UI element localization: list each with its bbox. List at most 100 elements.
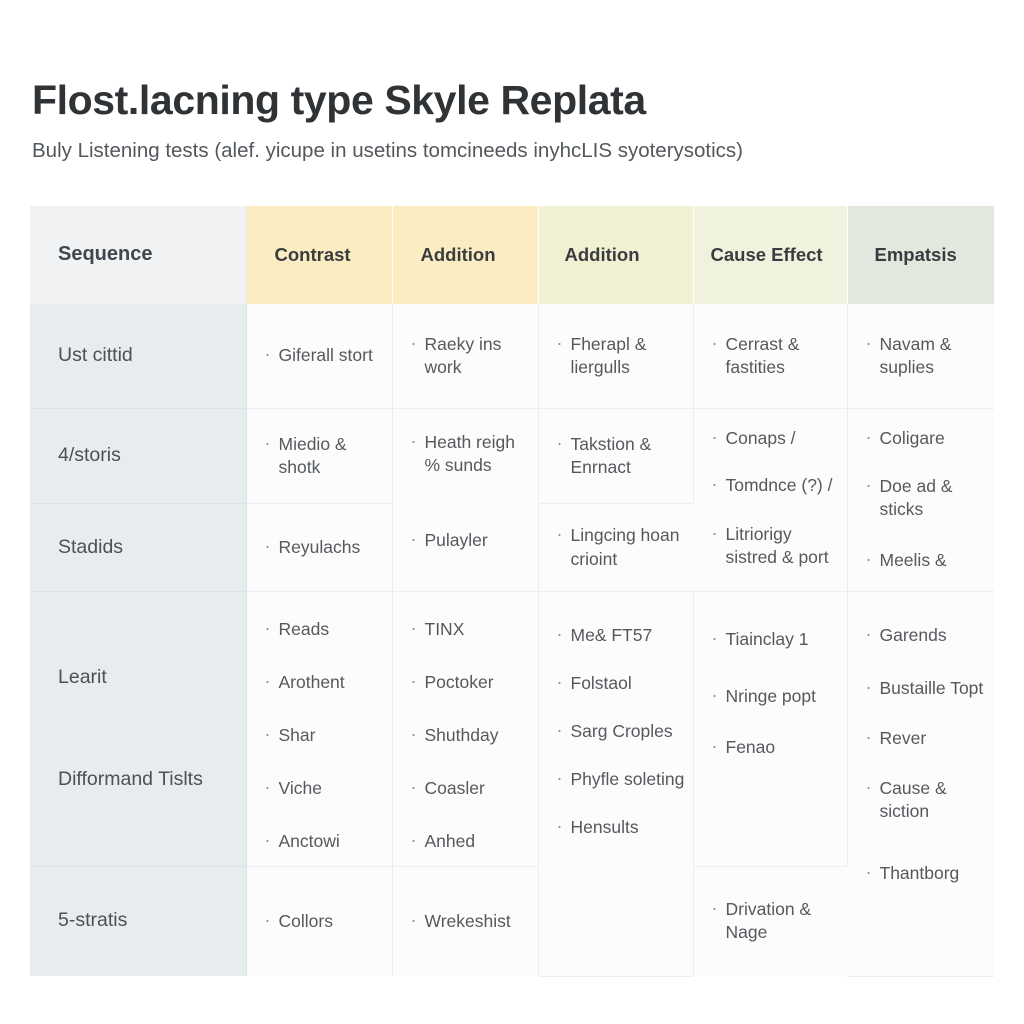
column-header-empatsis[interactable]: Empatsis	[847, 205, 994, 304]
list-item: Pulayler	[411, 528, 530, 552]
table-body: Ust cittid Giferall stort Raeky ins work…	[30, 303, 994, 977]
list-item: Bustaille Topt	[866, 676, 987, 700]
row-label-cell: Learit Difformand Tislts	[30, 591, 247, 867]
cell-addition-2: Takstion & Enrnact	[538, 408, 694, 505]
list-item: Takstion & Enrnact	[557, 432, 685, 479]
column-header-cause-effect[interactable]: Cause Effect	[693, 205, 848, 304]
list-item: Fenao	[712, 735, 839, 759]
row-label-stack: Ust cittid	[58, 343, 238, 369]
list-item: Tiainclay 1	[712, 627, 839, 651]
list-item: Reads	[265, 617, 384, 641]
table-row: 4/storis Miedio & shotk Heath reigh % su…	[30, 408, 994, 593]
item-list: Me& FT57 Folstaol Sarg Croples Phyfle so…	[557, 623, 685, 839]
list-item: Folstaol	[557, 671, 685, 695]
list-item: Raeky ins work	[411, 332, 530, 379]
row-label-line: Learit	[58, 666, 107, 689]
page-root: Flost.lacning type Skyle Replata Buly Li…	[0, 0, 1024, 1024]
table-row: Learit Difformand Tislts Reads Arothent …	[30, 591, 994, 977]
row-label-cell: 5-stratis	[30, 866, 247, 976]
item-list: Fherapl & liergulls	[557, 332, 685, 379]
row-label-line: Stadids	[58, 535, 124, 558]
list-item: Thantborg	[866, 860, 987, 885]
cell-contrast: Miedio & shotk	[246, 408, 393, 505]
item-list: Takstion & Enrnact	[557, 432, 685, 479]
item-list: Giferall stort	[265, 343, 384, 367]
table-header: Sequence Contrast Addition Addition Caus…	[30, 205, 994, 304]
item-list: Raeky ins work	[411, 332, 530, 379]
column-header-addition-2[interactable]: Addition	[538, 205, 694, 304]
item-list: Navam & suplies	[866, 332, 987, 379]
cell-contrast: Giferall stort	[246, 303, 393, 410]
list-item: Coligare	[866, 426, 987, 450]
list-item: Shuthday	[411, 723, 530, 747]
row-label-stack: 5-stratis	[58, 908, 238, 934]
list-item: Fherapl & liergulls	[557, 332, 685, 379]
item-list: Wrekeshist	[411, 909, 530, 933]
list-item: Tomdnce (?) /	[712, 473, 839, 497]
cell-addition-1: Heath reigh % sunds Pulayler	[392, 408, 539, 593]
list-item: TINX	[411, 617, 530, 641]
column-header-sequence[interactable]: Sequence	[30, 205, 247, 304]
list-item: Heath reigh % sunds	[411, 430, 530, 477]
list-item: Garends	[866, 623, 987, 647]
cell-contrast: Reyulachs	[246, 503, 393, 593]
row-label-stack: Stadids	[58, 535, 238, 561]
row-label-line: 4/storis	[58, 444, 121, 467]
cell-empatsis: Garends Bustaille Topt Rever Cause & sic…	[847, 591, 994, 977]
list-item: Anhed	[411, 829, 530, 853]
list-item: Hensults	[557, 815, 685, 839]
cell-cause-effect: Conaps / Tomdnce (?) / Litriorigy sistre…	[693, 408, 848, 593]
cell-addition-2: Lingcing hoan crioint	[538, 503, 693, 593]
item-list: Drivation & Nage	[712, 897, 840, 944]
row-label-stack: Learit Difformand Tislts	[58, 665, 238, 792]
list-item: Doe ad & sticks	[866, 474, 987, 521]
item-list: TINX Poctoker Shuthday Coasler Anhed	[411, 617, 530, 853]
row-label-cell: 4/storis	[30, 408, 247, 505]
list-item: Navam & suplies	[866, 332, 987, 379]
list-item: Me& FT57	[557, 623, 685, 647]
page-title: Flost.lacning type Skyle Replata	[32, 77, 646, 123]
list-item: Poctoker	[411, 670, 530, 694]
list-item: Collors	[265, 909, 384, 933]
table-header-row: Sequence Contrast Addition Addition Caus…	[30, 205, 994, 304]
item-list: Reads Arothent Shar Viche Anctowi	[265, 617, 384, 853]
item-list: Lingcing hoan crioint	[557, 523, 686, 570]
list-item: Meelis &	[866, 548, 987, 572]
item-list: Cerrast & fastities	[712, 332, 839, 379]
column-header-contrast[interactable]: Contrast	[246, 205, 393, 304]
list-item: Viche	[265, 776, 384, 800]
item-list: Coligare Doe ad & sticks Meelis &	[866, 426, 987, 572]
cell-contrast: Collors	[246, 866, 393, 976]
list-item: Rever	[866, 726, 987, 750]
page-subtitle: Buly Listening tests (alef. yicupe in us…	[32, 138, 743, 162]
item-list: Collors	[265, 909, 384, 933]
cell-addition-1: TINX Poctoker Shuthday Coasler Anhed	[392, 591, 539, 867]
list-item: Reyulachs	[265, 535, 384, 559]
item-list: Tiainclay 1 Nringe popt Fenao	[712, 627, 839, 759]
cell-cause-effect: Tiainclay 1 Nringe popt Fenao	[693, 591, 848, 867]
row-label-cell: Stadids	[30, 503, 247, 593]
cell-empatsis: Coligare Doe ad & sticks Meelis &	[847, 408, 994, 593]
cell-empatsis: Navam & suplies	[847, 303, 994, 410]
list-item: Cerrast & fastities	[712, 332, 839, 379]
cell-addition-2: Fherapl & liergulls	[538, 303, 694, 410]
item-list: Heath reigh % sunds Pulayler	[411, 430, 530, 552]
item-list: Conaps / Tomdnce (?) / Litriorigy sistre…	[712, 426, 839, 569]
cell-addition-2: Me& FT57 Folstaol Sarg Croples Phyfle so…	[538, 591, 694, 977]
list-item: Shar	[265, 723, 384, 747]
list-item: Phyfle soleting	[557, 767, 685, 791]
row-label-line: Ust cittid	[58, 343, 133, 366]
row-label-line: Difformand Tislts	[58, 767, 203, 790]
list-item: Giferall stort	[265, 343, 384, 367]
list-item: Lingcing hoan crioint	[557, 523, 686, 570]
list-item: Wrekeshist	[411, 909, 530, 933]
cell-cause-effect: Cerrast & fastities	[693, 303, 848, 410]
column-header-addition-1[interactable]: Addition	[392, 205, 539, 304]
list-item: Sarg Croples	[557, 719, 685, 743]
row-label-cell: Ust cittid	[30, 303, 247, 410]
cell-contrast: Reads Arothent Shar Viche Anctowi	[246, 591, 393, 867]
row-label-stack: 4/storis	[58, 443, 238, 469]
list-item: Cause & siction	[866, 776, 987, 823]
list-item: Conaps /	[712, 426, 839, 450]
list-item: Nringe popt	[712, 684, 839, 708]
